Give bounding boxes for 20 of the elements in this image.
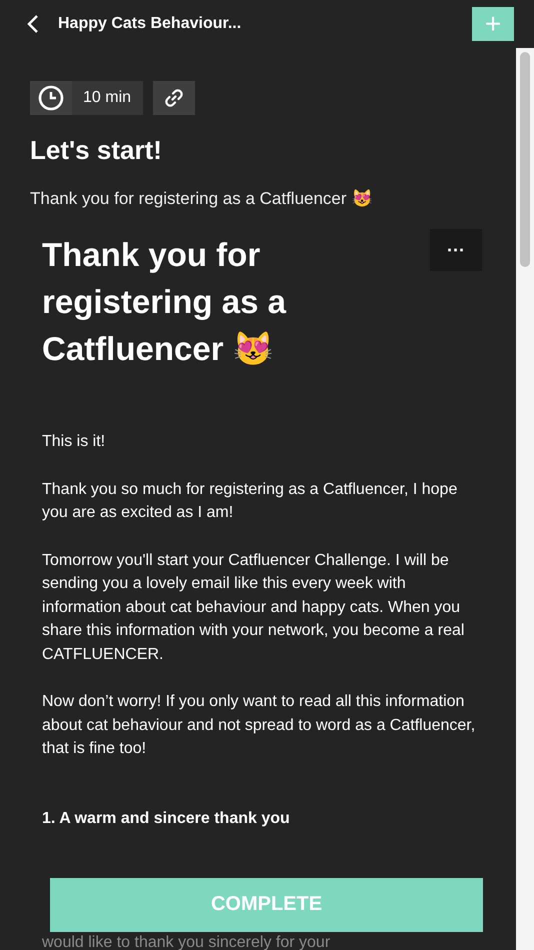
lesson-subtitle: Thank you for registering as a Catfluencer 😻 — [30, 188, 374, 209]
page-title: Happy Cats Behaviour... — [58, 15, 242, 33]
scrollbar[interactable] — [516, 48, 534, 950]
paragraph: would like to thank you sincerely for your — [42, 934, 330, 950]
scrollbar-thumb[interactable] — [520, 52, 530, 267]
more-button[interactable]: ··· — [430, 229, 482, 271]
back-icon — [26, 14, 40, 34]
add-button[interactable]: + — [472, 7, 514, 41]
paragraph: Now don’t worry! If you only want to read all this information about cat behaviour and not spread to word as a Catfluencer, that is fine too! — [42, 692, 476, 759]
paragraph: Tomorrow you'll start your Catfluencer Challenge. I will be sending you a lovely email like this every week with information about cat behaviour and happy cats. When you share this information with your network, you become a real CATFLUENCER. — [42, 550, 466, 664]
paragraph: This is it! — [42, 432, 106, 452]
paragraph: Thank you so much for registering as a Catfluencer, I hope you are as excited as I am! — [42, 480, 458, 523]
card-heading: Thank you for registering as a Catfluencer 😻 — [42, 235, 288, 369]
complete-button[interactable]: COMPLETE — [50, 878, 483, 932]
duration-text: 10 min — [82, 88, 132, 108]
clock-icon — [37, 84, 65, 112]
section-heading: 1. A warm and sincere thank you — [42, 810, 291, 828]
lesson-title: Let's start! — [30, 135, 163, 166]
link-icon — [164, 88, 184, 108]
link-button[interactable] — [153, 81, 196, 115]
